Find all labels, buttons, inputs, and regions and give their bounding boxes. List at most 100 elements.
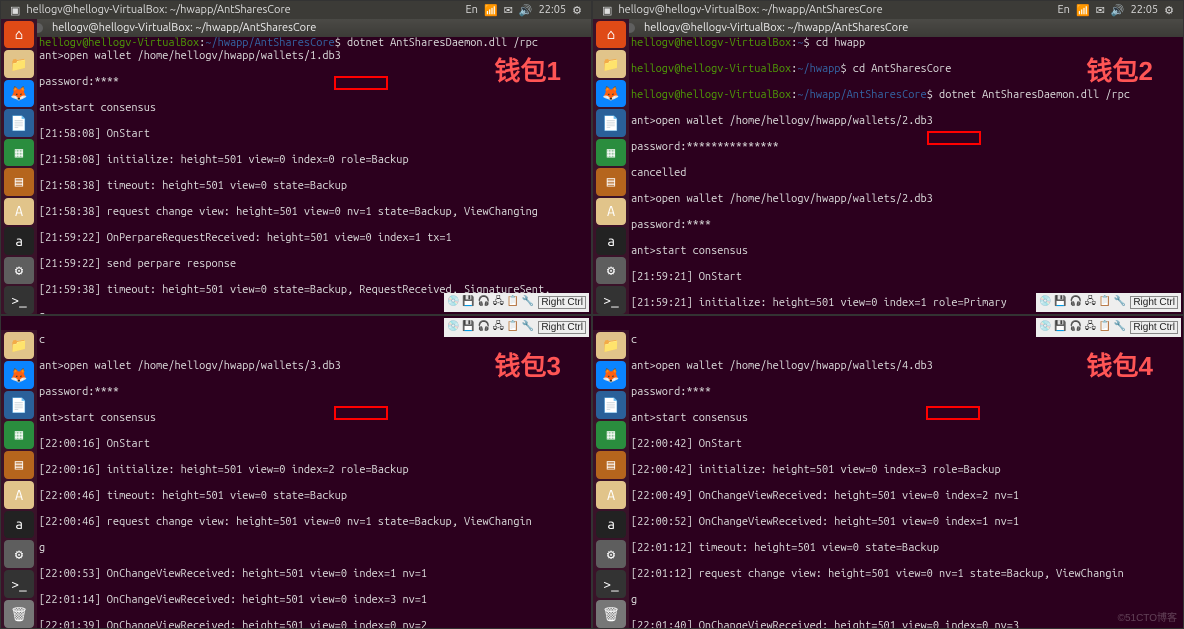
calc-icon[interactable]: ▦ <box>4 421 34 449</box>
unity-launcher: ⌂ 📁 🦊 📄 ▦ ▤ A a ⚙ >_ <box>1 19 37 314</box>
log-line: ant>open wallet /home/hellogv/hwapp/wall… <box>631 115 1179 128</box>
lang-indicator[interactable]: En <box>1058 4 1070 16</box>
log-line: [22:01:39] OnChangeViewReceived: height=… <box>39 620 587 629</box>
wallet-label: 钱包4 <box>1087 346 1153 383</box>
log-line: [22:01:12] request change view: height=5… <box>631 568 1179 581</box>
settings-icon[interactable]: ⚙ <box>4 540 34 568</box>
log-line: password:*************** <box>631 141 1179 154</box>
log-line: ant>start consensus <box>39 102 587 115</box>
vm-pane-wallet-3: 💿 💾 🎧 🖧 📋 🔧 Right Ctrl 📁 🦊 📄 ▦ ▤ A a ⚙ >… <box>0 315 592 629</box>
log-line: [21:59:22] send perpare response <box>39 258 587 271</box>
term-icon[interactable]: >_ <box>4 286 34 313</box>
files-icon[interactable]: 📁 <box>596 50 626 77</box>
impress-icon[interactable]: ▤ <box>596 451 626 479</box>
software-icon[interactable]: A <box>4 481 34 509</box>
writer-icon[interactable]: 📄 <box>596 109 626 136</box>
unity-launcher: 📁 🦊 📄 ▦ ▤ A a ⚙ >_ 🗑 <box>593 330 629 629</box>
gear-icon[interactable]: ⚙ <box>1164 4 1174 17</box>
log-line: [22:00:16] initialize: height=501 view=0… <box>39 464 587 477</box>
calc-icon[interactable]: ▦ <box>596 421 626 449</box>
dash-icon[interactable]: ⌂ <box>4 21 34 48</box>
firefox-icon[interactable]: 🦊 <box>4 80 34 107</box>
software-icon[interactable]: A <box>596 481 626 509</box>
wallet-label: 钱包2 <box>1087 51 1153 88</box>
vm-pane-wallet-2: ▣ hellogv@hellogv-VirtualBox: ~/hwapp/An… <box>592 0 1184 315</box>
terminal-title: hellogv@hellogv-VirtualBox: ~/hwapp/AntS… <box>644 22 908 34</box>
log-line: g <box>631 594 1179 607</box>
gear-icon[interactable]: ⚙ <box>572 4 582 17</box>
log-line: ant>start consensus <box>39 412 587 425</box>
log-line: [21:58:08] OnStart <box>39 128 587 141</box>
gnome-topbar: ▣ hellogv@hellogv-VirtualBox: ~/hwapp/An… <box>1 1 591 19</box>
writer-icon[interactable]: 📄 <box>4 109 34 136</box>
files-icon[interactable]: 📁 <box>4 332 34 360</box>
trash-icon[interactable]: 🗑 <box>4 600 34 628</box>
vm-pane-wallet-1: ▣ hellogv@hellogv-VirtualBox: ~/hwapp/An… <box>0 0 592 315</box>
software-icon[interactable]: A <box>596 198 626 225</box>
terminal-icon: ▣ <box>602 4 612 17</box>
amazon-icon[interactable]: a <box>4 511 34 539</box>
log-line: [21:58:38] request change view: height=5… <box>39 206 587 219</box>
vm-pane-wallet-4: 💿 💾 🎧 🖧 📋 🔧 Right Ctrl 📁 🦊 📄 ▦ ▤ A a ⚙ >… <box>592 315 1184 629</box>
volume-icon[interactable]: 🔊 <box>1111 4 1125 17</box>
log-line: password:**** <box>39 386 587 399</box>
impress-icon[interactable]: ▤ <box>596 168 626 195</box>
settings-icon[interactable]: ⚙ <box>4 257 34 284</box>
calc-icon[interactable]: ▦ <box>596 139 626 166</box>
settings-icon[interactable]: ⚙ <box>596 540 626 568</box>
writer-icon[interactable]: 📄 <box>4 391 34 419</box>
wallet-label: 钱包1 <box>495 51 561 88</box>
log-line: [21:58:08] initialize: height=501 view=0… <box>39 154 587 167</box>
network-icon[interactable]: 📶 <box>1076 4 1090 17</box>
files-icon[interactable]: 📁 <box>4 50 34 77</box>
vb-hostkey: Right Ctrl <box>538 321 586 334</box>
vb-hostkey: Right Ctrl <box>1130 321 1178 334</box>
clock[interactable]: 22:05 <box>539 4 567 16</box>
unity-launcher: ⌂ 📁 🦊 📄 ▦ ▤ A a ⚙ >_ <box>593 19 629 314</box>
firefox-icon[interactable]: 🦊 <box>4 361 34 389</box>
mail-icon[interactable]: ✉ <box>1096 4 1105 17</box>
window-title: hellogv@hellogv-VirtualBox: ~/hwapp/AntS… <box>26 4 290 16</box>
calc-icon[interactable]: ▦ <box>4 139 34 166</box>
log-line: [22:00:46] timeout: height=501 view=0 st… <box>39 490 587 503</box>
log-line: g <box>39 542 587 555</box>
wallet-label: 钱包3 <box>495 346 561 383</box>
log-line: [22:01:14] OnChangeViewReceived: height=… <box>39 594 587 607</box>
log-line: [22:00:49] OnChangeViewReceived: height=… <box>631 490 1179 503</box>
firefox-icon[interactable]: 🦊 <box>596 80 626 107</box>
log-line: [22:00:46] request change view: height=5… <box>39 516 587 529</box>
vb-hostkey: Right Ctrl <box>1130 296 1178 309</box>
log-line: [21:58:38] timeout: height=501 view=0 st… <box>39 180 587 193</box>
settings-icon[interactable]: ⚙ <box>596 257 626 284</box>
lang-indicator[interactable]: En <box>466 4 478 16</box>
dash-icon[interactable]: ⌂ <box>596 21 626 48</box>
amazon-icon[interactable]: a <box>596 227 626 254</box>
amazon-icon[interactable]: a <box>596 511 626 539</box>
watermark: ©51CTO博客 <box>1118 609 1177 624</box>
term-icon[interactable]: >_ <box>596 570 626 598</box>
term-icon[interactable]: >_ <box>4 570 34 598</box>
term-icon[interactable]: >_ <box>596 286 626 313</box>
log-line: [22:00:42] initialize: height=501 view=0… <box>631 464 1179 477</box>
log-line: [22:01:40] OnChangeViewReceived: height=… <box>631 620 1179 629</box>
terminal-titlebar: hellogv@hellogv-VirtualBox: ~/hwapp/AntS… <box>1 19 591 37</box>
unity-launcher: 📁 🦊 📄 ▦ ▤ A a ⚙ >_ 🗑 <box>1 330 37 629</box>
volume-icon[interactable]: 🔊 <box>519 4 533 17</box>
log-line: [22:00:52] OnChangeViewReceived: height=… <box>631 516 1179 529</box>
vb-icons[interactable]: 💿 💾 🎧 🖧 📋 🔧 <box>1039 294 1126 311</box>
firefox-icon[interactable]: 🦊 <box>596 361 626 389</box>
trash-icon[interactable]: 🗑 <box>596 600 626 628</box>
amazon-icon[interactable]: a <box>4 227 34 254</box>
writer-icon[interactable]: 📄 <box>596 391 626 419</box>
mail-icon[interactable]: ✉ <box>504 4 513 17</box>
impress-icon[interactable]: ▤ <box>4 168 34 195</box>
impress-icon[interactable]: ▤ <box>4 451 34 479</box>
virtualbox-statusbar: 💿 💾 🎧 🖧 📋 🔧 Right Ctrl <box>444 293 589 312</box>
network-icon[interactable]: 📶 <box>484 4 498 17</box>
software-icon[interactable]: A <box>4 198 34 225</box>
log-line: ant>open wallet /home/hellogv/hwapp/wall… <box>631 193 1179 206</box>
files-icon[interactable]: 📁 <box>596 332 626 360</box>
vb-icons[interactable]: 💿 💾 🎧 🖧 📋 🔧 <box>447 294 534 311</box>
log-line: [22:00:53] OnChangeViewReceived: height=… <box>39 568 587 581</box>
clock[interactable]: 22:05 <box>1131 4 1159 16</box>
